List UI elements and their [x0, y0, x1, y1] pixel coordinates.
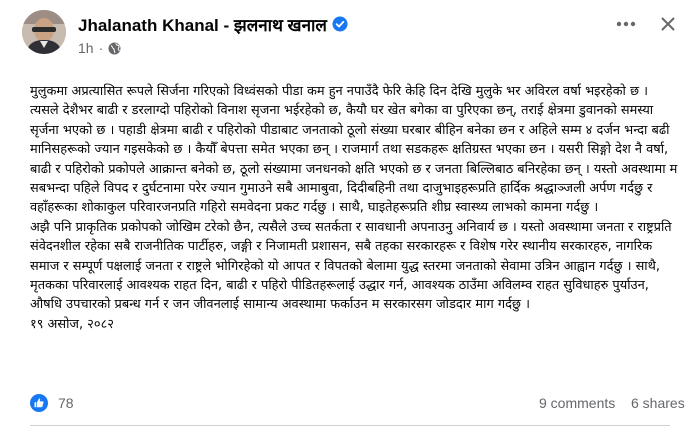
post-stats-bar: 78 9 comments 6 shares	[30, 392, 690, 416]
post-paragraph-appeal: अझै पनि प्राकृतिक प्रकोपको जोखिम टरेको छ…	[30, 219, 672, 313]
globe-icon[interactable]	[108, 42, 121, 55]
comments-count[interactable]: 9 comments	[539, 395, 615, 411]
more-options-button[interactable]	[608, 6, 644, 42]
reaction-count[interactable]: 78	[58, 395, 74, 411]
post-header: Jhalanath Khanal - झलनाथ खनाल 1h ·	[0, 0, 697, 62]
like-reaction-icon[interactable]	[30, 394, 48, 412]
post-date: १९ असोज, २०८२	[30, 316, 114, 332]
author-row: Jhalanath Khanal - झलनाथ खनाल	[78, 12, 348, 36]
meta-separator: ·	[98, 40, 104, 56]
shares-count[interactable]: 6 shares	[631, 395, 685, 411]
post-paragraph-condolence: मुलुकमा अप्रत्यासित रूपले सिर्जना गरिएको…	[30, 84, 678, 216]
verified-badge-icon	[332, 16, 348, 32]
close-button[interactable]	[650, 6, 686, 42]
close-icon	[661, 17, 675, 31]
post-timestamp[interactable]: 1h	[78, 40, 94, 56]
post-body: मुलुकमा अप्रत्यासित रूपले सिर्जना गरिएको…	[30, 82, 680, 334]
avatar[interactable]	[22, 10, 66, 54]
stats-divider	[30, 425, 670, 426]
post-meta: 1h ·	[78, 40, 121, 56]
avatar-image	[22, 10, 66, 54]
more-options-icon	[616, 21, 636, 27]
author-name[interactable]: Jhalanath Khanal - झलनाथ खनाल	[78, 13, 327, 36]
